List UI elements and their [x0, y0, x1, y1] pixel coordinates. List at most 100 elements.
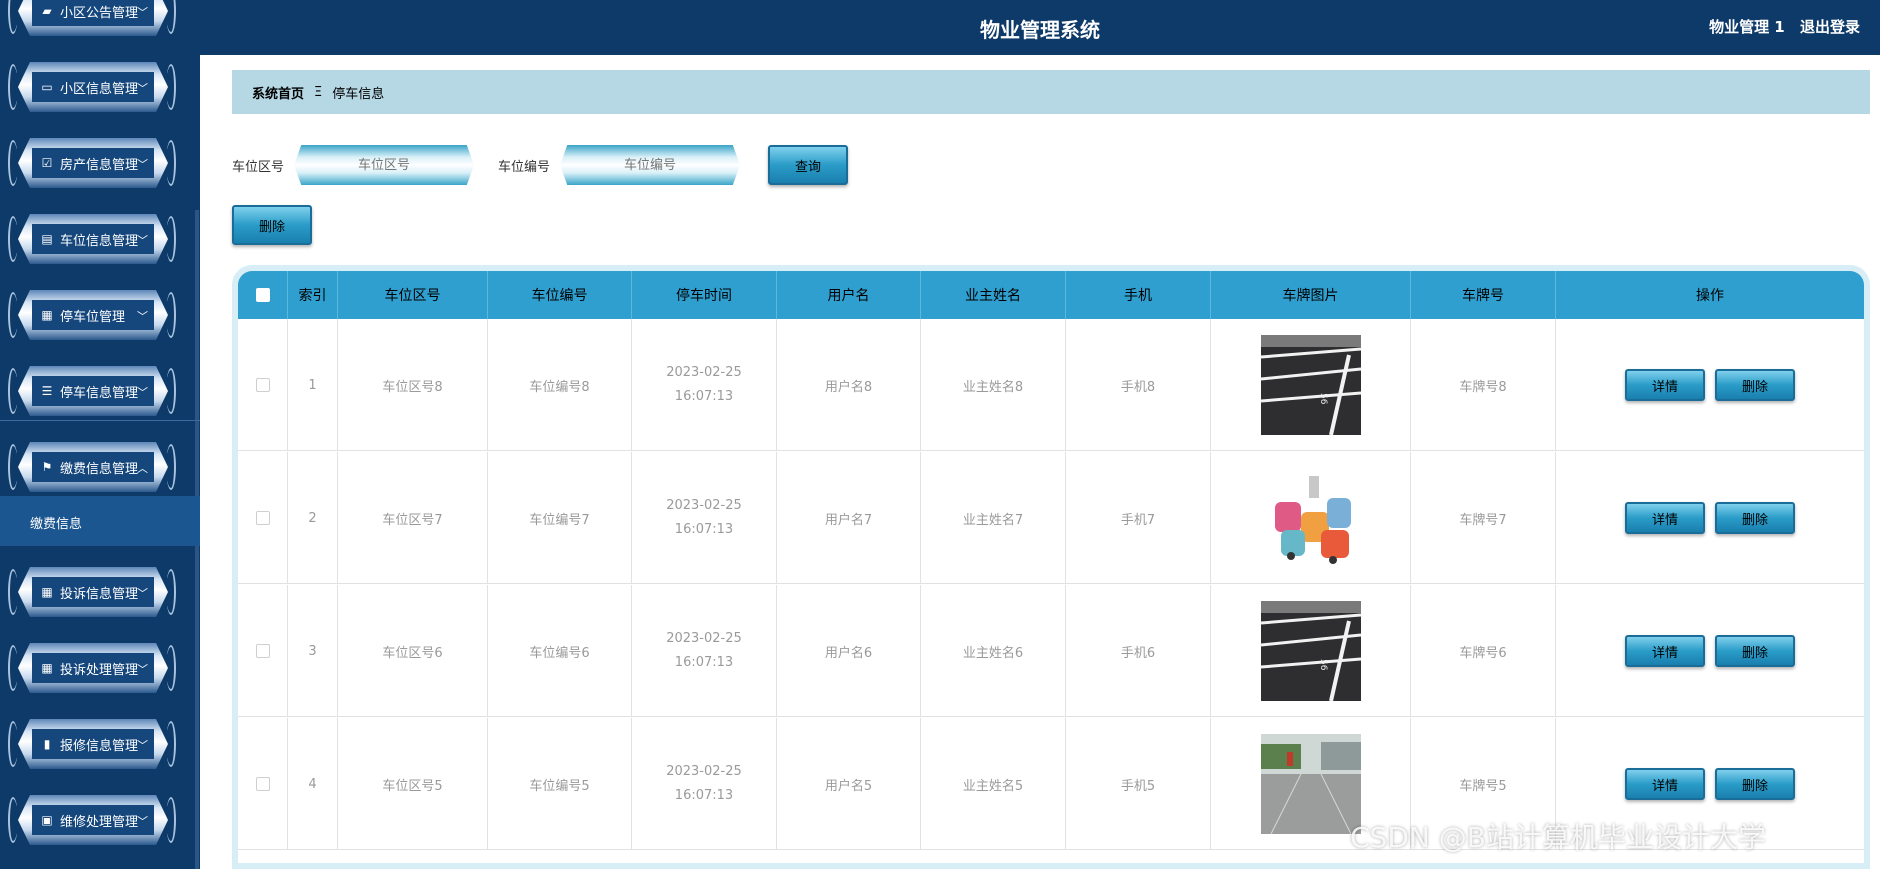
owner-cell: 业主姓名6	[921, 585, 1066, 717]
column-header: 用户名	[777, 271, 921, 319]
sidebar-item[interactable]: ▦ 投诉处理管理 ﹀	[8, 639, 182, 697]
sidebar-item[interactable]: ☰ 停车信息管理 ﹀	[8, 362, 182, 420]
plate-image-cell: 56	[1211, 319, 1411, 451]
user-area: 物业管理 1 退出登录	[1709, 16, 1860, 37]
column-header: 车牌号	[1411, 271, 1556, 319]
index-cell: 4	[288, 718, 338, 850]
user-cell: 用户名7	[777, 452, 921, 584]
parking-lot-photo: 56	[1260, 601, 1361, 701]
menu-frame	[8, 721, 18, 767]
sidebar-subitem-payment-info[interactable]: 缴费信息	[0, 496, 200, 546]
row-checkbox[interactable]	[255, 378, 270, 392]
owner-cell: 业主姓名5	[921, 718, 1066, 850]
sidebar-item[interactable]: ▮ 报修信息管理 ﹀	[8, 715, 182, 773]
number-cell: 车位编号7	[488, 452, 632, 584]
phone-cell: 手机7	[1066, 452, 1211, 584]
select-all-checkbox[interactable]	[255, 288, 270, 302]
sidebar-item[interactable]: ⚑ 缴费信息管理 ︿	[8, 438, 182, 496]
row-checkbox[interactable]	[255, 777, 270, 791]
sidebar-item[interactable]: ▤ 车位信息管理 ﹀	[8, 210, 182, 268]
chevron-down-icon: ﹀	[137, 386, 148, 399]
menu-button[interactable]: ⚑ 缴费信息管理 ︿	[32, 452, 154, 482]
search-bar: 车位区号 车位编号 查询	[232, 143, 849, 187]
sidebar-item-label: 小区公告管理	[60, 5, 139, 21]
menu-button[interactable]: ▣ 维修处理管理 ﹀	[32, 805, 154, 835]
menu-button[interactable]: ▮ 报修信息管理 ﹀	[32, 729, 154, 759]
owner-cell: 业主姓名8	[921, 319, 1066, 451]
area-search-input[interactable]	[294, 145, 475, 185]
column-header: 车位区号	[338, 271, 488, 319]
detail-button[interactable]: 详情	[1625, 768, 1705, 800]
menu-frame	[8, 140, 18, 186]
select-cell	[238, 718, 288, 850]
delete-button[interactable]: 删除	[1715, 635, 1795, 667]
delete-button[interactable]: 删除	[1715, 768, 1795, 800]
actions-cell: 详情 删除	[1556, 319, 1864, 451]
row-checkbox[interactable]	[255, 511, 270, 525]
menu-button-frame: ▤ 车位信息管理 ﹀	[18, 214, 168, 264]
breadcrumb-separator: Ξ	[314, 84, 323, 100]
menu-button[interactable]: ▦ 投诉信息管理 ﹀	[32, 577, 154, 607]
menu-button[interactable]: ☰ 停车信息管理 ﹀	[32, 376, 154, 406]
flag-icon: ⚑	[41, 460, 53, 474]
sidebar-item[interactable]: ☑ 房产信息管理 ﹀	[8, 134, 182, 192]
menu-button[interactable]: ▭ 小区信息管理 ﹀	[32, 72, 154, 102]
phone-cell: 手机6	[1066, 585, 1211, 717]
plate-image-cell	[1211, 452, 1411, 584]
menu-button[interactable]: ▦ 投诉处理管理 ﹀	[32, 653, 154, 683]
sidebar-item[interactable]: ▭ 小区信息管理 ﹀	[8, 58, 182, 116]
number-cell: 车位编号6	[488, 585, 632, 717]
number-search-input[interactable]	[560, 145, 741, 185]
menu-frame	[8, 645, 18, 691]
watermark: CSDN @B站计算机毕业设计大学	[1350, 821, 1766, 854]
menu-button[interactable]: ▰ 小区公告管理 ﹀	[32, 0, 154, 26]
actions-cell: 详情 删除	[1556, 452, 1864, 584]
sidebar-item[interactable]: ▣ 维修处理管理 ﹀	[8, 791, 182, 849]
monitor-icon: ▭	[41, 80, 53, 94]
detail-button[interactable]: 详情	[1625, 369, 1705, 401]
delete-button[interactable]: 删除	[1715, 502, 1795, 534]
logout-link[interactable]: 退出登录	[1800, 18, 1860, 36]
sidebar-item-label: 维修处理管理	[60, 814, 139, 830]
select-cell	[238, 585, 288, 717]
owner-cell: 业主姓名7	[921, 452, 1066, 584]
delete-button[interactable]: 删除	[1715, 369, 1795, 401]
app-title: 物业管理系统	[980, 18, 1100, 42]
sidebar-item[interactable]: ▰ 小区公告管理 ﹀	[8, 0, 182, 40]
outdoor-parking-photo	[1260, 734, 1361, 834]
area-label: 车位区号	[232, 159, 285, 175]
menu-button[interactable]: ▤ 车位信息管理 ﹀	[32, 224, 154, 254]
user-cell: 用户名8	[777, 319, 921, 451]
menu-frame	[8, 797, 18, 843]
plate-cell: 车牌号7	[1411, 452, 1556, 584]
menu-frame	[8, 368, 18, 414]
time-cell: 2023-02-25 16:07:13	[632, 319, 777, 451]
batch-delete-button[interactable]: 删除	[232, 205, 312, 245]
chevron-up-icon: ︿	[137, 462, 148, 475]
book-icon: ▮	[43, 737, 51, 751]
menu-frame	[166, 0, 176, 34]
time-text: 2023-02-25 16:07:13	[666, 764, 742, 803]
sidebar-subitem-label: 缴费信息	[30, 517, 83, 532]
actions-cell: 详情 删除	[1556, 585, 1864, 717]
breadcrumb-home[interactable]: 系统首页	[252, 83, 304, 102]
detail-button[interactable]: 详情	[1625, 635, 1705, 667]
menu-button[interactable]: ☑ 房产信息管理 ﹀	[32, 148, 154, 178]
row-checkbox[interactable]	[255, 644, 270, 658]
wallet-icon: ▰	[42, 4, 52, 18]
chevron-down-icon: ﹀	[137, 6, 148, 19]
sidebar-item-label: 投诉信息管理	[60, 586, 139, 602]
index-cell: 1	[288, 319, 338, 451]
time-text: 2023-02-25 16:07:13	[666, 498, 742, 537]
sidebar-item-label: 房产信息管理	[60, 157, 139, 173]
detail-button[interactable]: 详情	[1625, 502, 1705, 534]
parking-lot-photo: 56	[1260, 335, 1361, 435]
menu-frame	[8, 64, 18, 110]
column-header: 手机	[1066, 271, 1211, 319]
sidebar-item[interactable]: ▦ 停车位管理 ﹀	[8, 286, 182, 344]
menu-button[interactable]: ▦ 停车位管理 ﹀	[32, 300, 154, 330]
sidebar-item[interactable]: ▦ 投诉信息管理 ﹀	[8, 563, 182, 621]
menu-button-frame: ▰ 小区公告管理 ﹀	[18, 0, 168, 36]
menu-button-frame: ▦ 投诉处理管理 ﹀	[18, 643, 168, 693]
query-button[interactable]: 查询	[768, 145, 849, 185]
